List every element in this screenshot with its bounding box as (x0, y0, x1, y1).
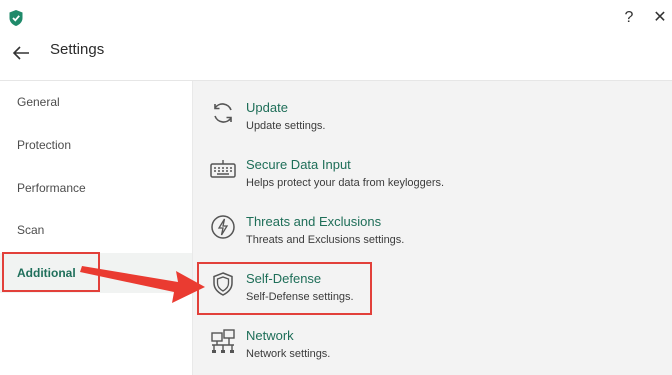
red-pointer-arrow-icon (80, 266, 205, 303)
